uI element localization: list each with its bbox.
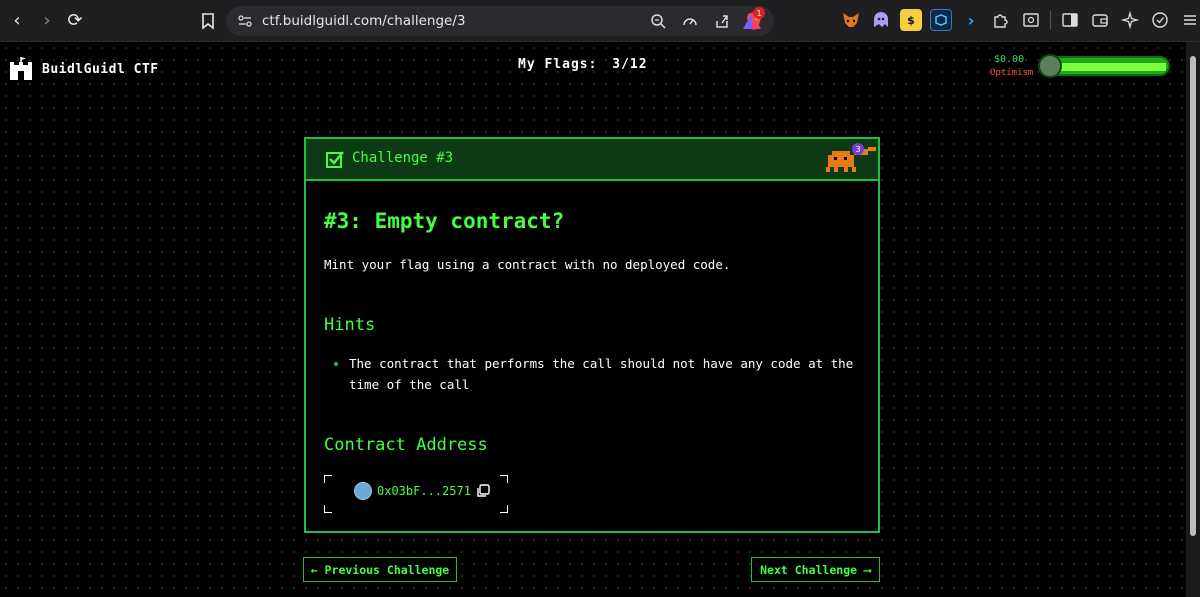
sparkle-ai-icon[interactable] [1119,9,1141,31]
forward-button[interactable]: › [36,9,58,31]
screenshot-icon[interactable] [1020,9,1042,31]
corner-bottom-right [500,505,508,513]
hint-text: The contract that performs the call shou… [349,356,854,392]
challenge-header-label: Challenge #3 [352,150,454,166]
flags-counter: My Flags: 3/12 [518,57,648,72]
scrollbar-thumb[interactable] [1190,56,1196,536]
scrollbar[interactable] [1186,42,1200,597]
page-background: BuidlGuidl CTF My Flags: 3/12 $0.00 Opti… [0,42,1186,597]
site-settings-icon[interactable] [236,12,254,30]
wallet-extension-icon[interactable] [930,9,952,31]
challenge-badge-number: 3 [852,143,864,155]
corner-top-left [324,475,332,483]
castle-logo-icon [10,57,32,80]
hint-item: The contract that performs the call shou… [334,353,854,395]
challenge-card-header: Challenge #3 3 [306,139,878,181]
wallet-avatar [1038,54,1062,78]
wallet-widget[interactable]: $0.00 Optimism [986,52,1176,82]
wallet-network: Optimism [990,68,1034,78]
reload-button[interactable]: ⟳ [64,9,86,31]
contract-address[interactable]: 0x03bF...2571 [354,482,490,500]
zoom-icon[interactable] [648,11,668,31]
previous-challenge-button[interactable]: ← Previous Challenge [303,557,457,582]
metamask-fox-icon[interactable] [840,9,862,31]
notification-badge: 1 [753,7,765,19]
ghost-wallet-icon[interactable] [870,9,892,31]
back-button[interactable]: ‹ [6,9,28,31]
copy-icon[interactable] [476,484,490,498]
bullet-icon [334,362,338,366]
browser-toolbar: ‹ › ⟳ ctf.buidlguidl.com/challenge/3 1 $… [0,0,1200,42]
contract-address-text[interactable]: 0x03bF...2571 [377,484,471,498]
corner-bottom-left [324,505,332,513]
corner-top-right [500,475,508,483]
url-text[interactable]: ctf.buidlguidl.com/challenge/3 [262,13,465,29]
flags-value: 3/12 [612,57,648,72]
dollar-extension-icon[interactable]: $ [900,9,922,31]
wallet-bar-fill [1050,63,1166,71]
logo-text: BuidlGuidl CTF [42,61,159,77]
app-header: BuidlGuidl CTF My Flags: 3/12 $0.00 Opti… [0,42,1186,98]
flags-label: My Flags: [518,57,598,72]
vpn-shield-icon[interactable] [1149,9,1171,31]
toolbar-divider [1050,11,1051,29]
sidebar-toggle-icon[interactable] [1059,9,1081,31]
brave-rewards-icon[interactable]: 1 [741,7,765,31]
wallet-icon[interactable] [1089,9,1111,31]
contract-address-box: 0x03bF...2571 [324,475,508,513]
challenge-title: #3: Empty contract? [324,209,565,233]
pixel-bug-icon [826,147,876,172]
chevron-right-icon[interactable]: › [960,9,982,31]
logo[interactable]: BuidlGuidl CTF [8,56,159,82]
address-avatar [354,482,372,500]
extensions-row: $ › [840,9,1200,31]
puzzle-icon[interactable] [990,9,1012,31]
wallet-balance: $0.00 [994,54,1025,65]
address-bar[interactable]: ctf.buidlguidl.com/challenge/3 [226,6,774,36]
next-challenge-button[interactable]: Next Challenge ⟶ [751,557,880,582]
speedometer-icon[interactable] [680,11,700,31]
contract-address-heading: Contract Address [324,435,488,455]
share-icon[interactable] [712,11,732,31]
menu-icon[interactable] [1179,9,1200,31]
bookmark-icon[interactable] [198,11,218,31]
challenge-card: Challenge #3 3 #3: Empty contract? Mint … [304,137,880,533]
challenge-description: Mint your flag using a contract with no … [324,257,731,272]
checkbox-checked-icon [326,151,344,168]
hints-heading: Hints [324,315,376,335]
